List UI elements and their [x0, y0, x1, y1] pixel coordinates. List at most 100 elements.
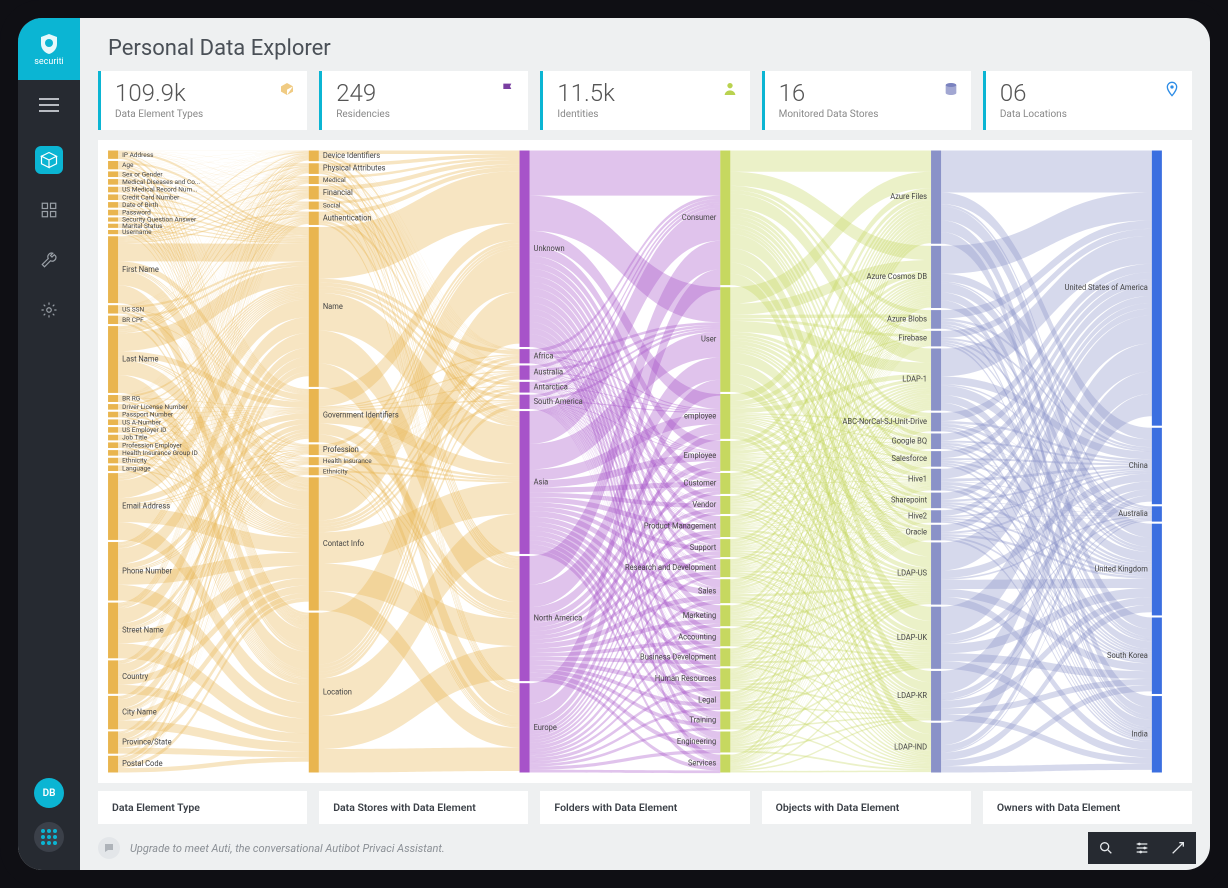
svg-text:LDAP-US: LDAP-US: [897, 568, 927, 577]
svg-text:Consumer: Consumer: [682, 213, 717, 222]
expand-button[interactable]: [1160, 832, 1196, 864]
svg-text:Sharepoint: Sharepoint: [891, 495, 928, 504]
svg-text:Profession: Profession: [323, 445, 359, 454]
stat-label: Residencies: [336, 109, 514, 120]
svg-text:Marketing: Marketing: [683, 611, 717, 620]
svg-text:Antarctica: Antarctica: [534, 382, 568, 391]
svg-text:Support: Support: [690, 543, 717, 552]
svg-text:Social: Social: [323, 202, 341, 210]
svg-text:Australia: Australia: [534, 368, 564, 377]
grid-icon: [40, 201, 58, 219]
svg-text:Email Address: Email Address: [122, 501, 170, 510]
shield-icon: [37, 32, 61, 56]
gear-icon: [40, 301, 58, 319]
sankey-chart[interactable]: IP AddressAgeSex or GenderMedical Diseas…: [98, 140, 1192, 783]
svg-text:Country: Country: [122, 672, 148, 681]
sidebar: securiti DB: [18, 18, 80, 870]
svg-text:Last Name: Last Name: [122, 354, 158, 363]
svg-text:South Korea: South Korea: [1107, 651, 1148, 660]
flag-icon: [500, 81, 516, 97]
svg-text:Research and Development: Research and Development: [625, 563, 717, 572]
svg-text:United States of America: United States of America: [1065, 283, 1148, 292]
stat-value: 16: [779, 79, 957, 107]
stat-card-identities[interactable]: 11.5k Identities: [540, 71, 749, 130]
action-tray: [1088, 832, 1196, 864]
stat-value: 109.9k: [115, 79, 293, 107]
sliders-icon: [1134, 840, 1150, 856]
person-icon: [722, 81, 738, 97]
column-footer: Owners with Data Element: [983, 791, 1192, 824]
stat-label: Data Locations: [1000, 109, 1178, 120]
svg-text:Europe: Europe: [534, 723, 557, 732]
avatar-initials: DB: [43, 788, 56, 799]
svg-text:Human Resources: Human Resources: [655, 674, 716, 683]
column-footer: Folders with Data Element: [540, 791, 749, 824]
apps-launcher[interactable]: [34, 822, 64, 852]
svg-text:Azure Files: Azure Files: [890, 192, 927, 201]
svg-text:Physical Attributes: Physical Attributes: [323, 164, 386, 173]
pin-icon: [1164, 81, 1180, 97]
svg-text:Vendor: Vendor: [692, 500, 716, 509]
svg-text:United Kingdom: United Kingdom: [1094, 565, 1148, 574]
stat-label: Monitored Data Stores: [779, 109, 957, 120]
svg-text:BR RG: BR RG: [122, 394, 141, 402]
filter-button[interactable]: [1124, 832, 1160, 864]
svg-text:South America: South America: [534, 397, 583, 406]
stat-label: Identities: [557, 109, 735, 120]
nav-item-tools[interactable]: [35, 246, 63, 274]
svg-text:Asia: Asia: [534, 477, 549, 486]
svg-text:Username: Username: [122, 228, 152, 236]
stat-value: 06: [1000, 79, 1178, 107]
svg-text:BR CPF: BR CPF: [122, 316, 144, 324]
svg-text:Age: Age: [122, 161, 134, 169]
chat-icon[interactable]: [98, 837, 120, 859]
svg-text:Ethnicity: Ethnicity: [323, 467, 349, 475]
database-icon: [943, 81, 959, 97]
svg-text:Product Management: Product Management: [644, 521, 717, 530]
menu-toggle-icon[interactable]: [39, 98, 59, 112]
nav-item-explorer[interactable]: [35, 146, 63, 174]
column-footer: Data Stores with Data Element: [319, 791, 528, 824]
svg-text:Salesforce: Salesforce: [892, 454, 928, 463]
svg-text:IP Address: IP Address: [122, 151, 154, 159]
stat-card-data-locations[interactable]: 06 Data Locations: [983, 71, 1192, 130]
search-icon: [1098, 840, 1114, 856]
svg-text:Street Name: Street Name: [122, 625, 164, 634]
svg-text:North America: North America: [534, 614, 583, 623]
svg-text:Engineering: Engineering: [677, 737, 716, 746]
svg-text:Contact Info: Contact Info: [323, 539, 365, 548]
svg-text:Azure Blobs: Azure Blobs: [887, 314, 927, 323]
column-footer: Data Element Type: [98, 791, 307, 824]
svg-text:Services: Services: [688, 758, 716, 767]
stat-card-residencies[interactable]: 249 Residencies: [319, 71, 528, 130]
nav-item-settings[interactable]: [35, 296, 63, 324]
svg-text:Australia: Australia: [1118, 509, 1148, 518]
svg-text:China: China: [1129, 461, 1148, 470]
svg-text:Employee: Employee: [684, 451, 717, 460]
svg-text:Authentication: Authentication: [323, 213, 372, 222]
svg-text:US SSN: US SSN: [122, 305, 144, 313]
expand-icon: [1170, 840, 1186, 856]
svg-text:Government Identifiers: Government Identifiers: [323, 411, 399, 420]
svg-text:Financial: Financial: [323, 188, 353, 197]
brand-logo[interactable]: securiti: [18, 18, 80, 80]
svg-text:Business Development: Business Development: [640, 652, 717, 661]
svg-text:User: User: [701, 334, 717, 343]
svg-text:Province/State: Province/State: [122, 737, 172, 746]
stat-card-data-element-types[interactable]: 109.9k Data Element Types: [98, 71, 307, 130]
search-button[interactable]: [1088, 832, 1124, 864]
stat-card-monitored-data-stores[interactable]: 16 Monitored Data Stores: [762, 71, 971, 130]
svg-text:Unknown: Unknown: [534, 244, 565, 253]
brand-text: securiti: [34, 57, 63, 67]
page-title: Personal Data Explorer: [108, 36, 1182, 61]
nav-item-dashboard[interactable]: [35, 196, 63, 224]
svg-text:Accounting: Accounting: [678, 632, 716, 641]
wrench-icon: [40, 251, 58, 269]
svg-text:ABC-NorCal-SJ-Unit-Drive: ABC-NorCal-SJ-Unit-Drive: [843, 417, 928, 426]
svg-text:employee: employee: [684, 411, 716, 420]
svg-text:Name: Name: [323, 302, 343, 311]
column-footer-row: Data Element Type Data Stores with Data …: [80, 791, 1210, 824]
svg-text:Firebase: Firebase: [898, 334, 927, 343]
svg-text:Customer: Customer: [684, 478, 717, 487]
user-avatar[interactable]: DB: [34, 778, 64, 808]
